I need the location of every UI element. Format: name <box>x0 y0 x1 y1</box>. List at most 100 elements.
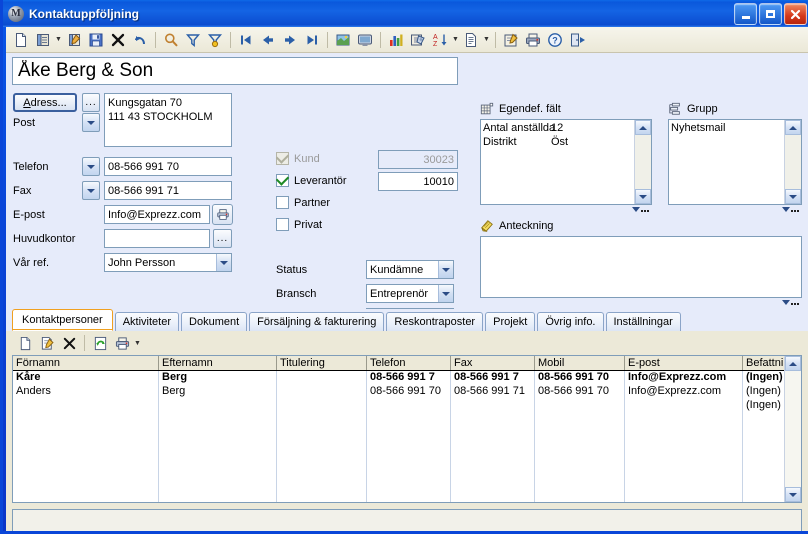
telefon-type-dropdown[interactable] <box>82 157 100 176</box>
tab-projekt[interactable]: Projekt <box>485 312 536 331</box>
fax-type-dropdown[interactable] <box>82 181 100 200</box>
tab-aktiviteter[interactable]: Aktiviteter <box>114 312 180 331</box>
report-dropdown-arrow[interactable]: ▼ <box>482 29 491 51</box>
table-row[interactable]: (Ingen) <box>13 399 801 413</box>
address-textarea[interactable]: Kungsgatan 70 111 43 STOCKHOLM <box>104 93 232 147</box>
next-record-icon[interactable] <box>279 29 301 51</box>
contacts-grid[interactable]: Förnamn Efternamn Titulering Telefon Fax… <box>12 355 802 503</box>
column-header-mobil[interactable]: Mobil <box>535 356 625 370</box>
edit-contact-icon[interactable] <box>36 332 58 354</box>
checkbox-privat[interactable]: Privat <box>276 218 322 231</box>
print-dropdown-arrow[interactable]: ▼ <box>133 332 142 354</box>
leverantor-number-input[interactable] <box>378 172 458 191</box>
column-header-epost[interactable]: E-post <box>625 356 743 370</box>
grid-scroll-down-button[interactable] <box>785 487 801 502</box>
list-item[interactable]: Nyhetsmail <box>671 121 784 135</box>
table-row[interactable]: Anders Berg 08-566 991 70 08-566 991 71 … <box>13 385 801 399</box>
address-button[interactable]: Adress... <box>13 93 77 112</box>
maximize-button[interactable] <box>759 3 782 25</box>
address-ellipsis-button[interactable]: ... <box>82 93 100 112</box>
report-icon[interactable] <box>460 29 482 51</box>
grid-scroll-up-button[interactable] <box>785 356 801 371</box>
column-header-fax[interactable]: Fax <box>451 356 535 370</box>
table-row[interactable]: Kåre Berg 08-566 991 7 08-566 991 7 08-5… <box>13 371 801 385</box>
tab-installningar[interactable]: Inställningar <box>605 312 681 331</box>
undo-icon[interactable] <box>129 29 151 51</box>
egendef-listbox[interactable]: Antal anställda 12 Distrikt Öst <box>480 119 652 205</box>
epost-input[interactable] <box>104 205 210 224</box>
kund-checkbox-box[interactable] <box>275 150 290 165</box>
filter-icon[interactable] <box>182 29 204 51</box>
checkbox-kund[interactable]: Kund <box>275 150 320 165</box>
company-name-input[interactable] <box>12 57 458 85</box>
contact-card-icon[interactable] <box>407 29 429 51</box>
var-ref-combo[interactable]: John Persson <box>104 253 232 272</box>
tab-dokument[interactable]: Dokument <box>181 312 248 331</box>
previous-record-icon[interactable] <box>257 29 279 51</box>
grupp-scrollbar[interactable] <box>784 120 801 204</box>
huvudkontor-ellipsis-button[interactable]: ... <box>213 229 232 248</box>
telefon-input[interactable] <box>104 157 232 176</box>
grupp-resize-grip[interactable] <box>782 205 804 214</box>
first-record-icon[interactable] <box>235 29 257 51</box>
map-icon[interactable] <box>332 29 354 51</box>
grupp-scroll-down-button[interactable] <box>785 189 801 204</box>
delete-icon[interactable] <box>107 29 129 51</box>
fax-input[interactable] <box>104 181 232 200</box>
status-combo[interactable]: Kundämne <box>366 260 454 279</box>
sort-dropdown-arrow[interactable]: ▼ <box>451 29 460 51</box>
status-dropdown-arrow[interactable] <box>438 261 453 278</box>
delete-contact-icon[interactable] <box>58 332 80 354</box>
checkbox-leverantor[interactable]: Leverantör <box>275 172 347 187</box>
print-icon[interactable] <box>111 332 133 354</box>
tab-reskontraposter[interactable]: Reskontraposter <box>386 312 484 331</box>
egendef-scroll-down-button[interactable] <box>635 189 651 204</box>
grid-vertical-scrollbar[interactable] <box>784 356 801 502</box>
tab-ovrig-info[interactable]: Övrig info. <box>537 312 604 331</box>
mail-send-button[interactable] <box>212 204 233 225</box>
exit-icon[interactable] <box>566 29 588 51</box>
chart-icon[interactable] <box>385 29 407 51</box>
grupp-listbox[interactable]: Nyhetsmail <box>668 119 802 205</box>
monitor-icon[interactable] <box>354 29 376 51</box>
address-book-dropdown-arrow[interactable]: ▼ <box>54 29 63 51</box>
column-header-efternamn[interactable]: Efternamn <box>159 356 277 370</box>
search-icon[interactable] <box>160 29 182 51</box>
column-header-fornamn[interactable]: Förnamn <box>13 356 159 370</box>
new-contact-icon[interactable] <box>14 332 36 354</box>
minimize-button[interactable] <box>734 3 757 25</box>
address-book-icon[interactable] <box>32 29 54 51</box>
list-item[interactable]: Distrikt Öst <box>483 135 634 149</box>
column-header-telefon[interactable]: Telefon <box>367 356 451 370</box>
egendef-scroll-up-button[interactable] <box>635 120 651 135</box>
privat-checkbox-box[interactable] <box>276 218 289 231</box>
save-icon[interactable] <box>85 29 107 51</box>
leverantor-checkbox-box[interactable] <box>275 172 290 187</box>
last-record-icon[interactable] <box>301 29 323 51</box>
var-ref-dropdown-arrow[interactable] <box>216 254 231 271</box>
sort-az-icon[interactable]: AZ <box>429 29 451 51</box>
bransch-dropdown-arrow[interactable] <box>438 285 453 302</box>
address-book-edit-icon[interactable] <box>63 29 85 51</box>
refresh-icon[interactable] <box>89 332 111 354</box>
filter-clear-icon[interactable] <box>204 29 226 51</box>
properties-icon[interactable] <box>500 29 522 51</box>
list-item[interactable]: Antal anställda 12 <box>483 121 634 135</box>
tab-forsaljning-fakturering[interactable]: Försäljning & fakturering <box>249 312 385 331</box>
tab-kontaktpersoner[interactable]: Kontaktpersoner <box>12 309 113 331</box>
anteckning-textarea[interactable] <box>480 236 802 298</box>
print-icon[interactable] <box>522 29 544 51</box>
partner-checkbox-box[interactable] <box>276 196 289 209</box>
bransch-combo[interactable]: Entreprenör <box>366 284 454 303</box>
help-icon[interactable]: ? <box>544 29 566 51</box>
anteckning-resize-grip[interactable] <box>782 298 804 307</box>
column-header-titulering[interactable]: Titulering <box>277 356 367 370</box>
post-dropdown-button[interactable] <box>82 113 100 132</box>
checkbox-partner[interactable]: Partner <box>276 196 330 209</box>
grupp-scroll-up-button[interactable] <box>785 120 801 135</box>
huvudkontor-input[interactable] <box>104 229 210 248</box>
new-document-icon[interactable] <box>10 29 32 51</box>
close-button[interactable] <box>784 3 807 25</box>
egendef-scrollbar[interactable] <box>634 120 651 204</box>
egendef-resize-grip[interactable] <box>632 205 654 214</box>
